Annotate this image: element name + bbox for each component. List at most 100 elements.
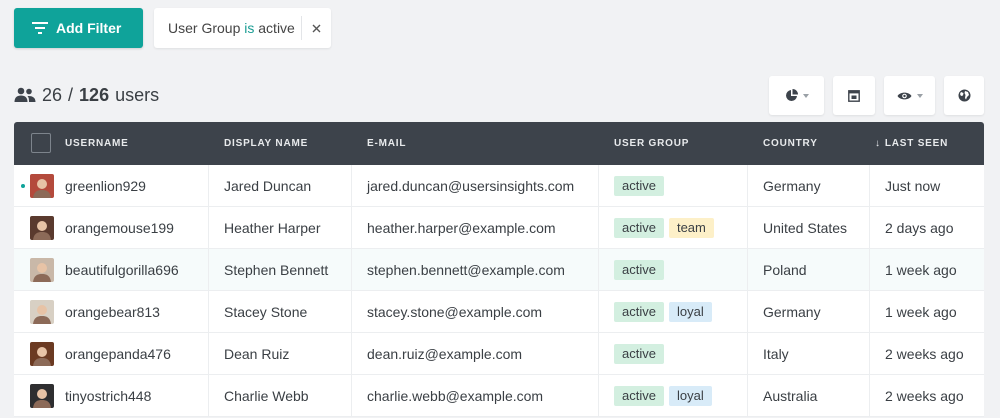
display-name-cell: Stephen Bennett [224, 262, 329, 278]
user-group-cell: active [614, 249, 669, 291]
avatar[interactable] [30, 342, 54, 366]
chevron-down-icon [916, 93, 923, 98]
column-divider [208, 249, 209, 290]
window-icon [848, 89, 860, 102]
username-cell[interactable]: orangepanda476 [65, 333, 171, 375]
column-divider [747, 207, 748, 248]
column-divider [351, 249, 352, 290]
add-filter-button[interactable]: Add Filter [14, 8, 143, 48]
column-header-display-name[interactable]: DISPLAY NAME [224, 122, 308, 165]
last-seen-cell: 1 week ago [885, 262, 957, 278]
last-seen-cell: 2 weeks ago [885, 388, 964, 404]
username-cell[interactable]: orangebear813 [65, 291, 160, 333]
last-seen-cell: 2 weeks ago [885, 346, 964, 362]
active-filter-chip[interactable]: User Group is active [154, 8, 331, 48]
display-name-cell: Jared Duncan [224, 178, 312, 194]
map-view-button[interactable] [944, 76, 984, 115]
column-divider [747, 375, 748, 416]
table-header: USERNAME DISPLAY NAME E-MAIL USER GROUP … [14, 122, 984, 165]
group-tag: loyal [668, 302, 712, 322]
last-seen-cell: 1 week ago [885, 304, 957, 320]
user-group-cell: active [614, 165, 669, 207]
column-divider [598, 249, 599, 290]
table-row[interactable]: orangebear813 Stacey Stone stacey.stone@ex… [14, 291, 984, 333]
column-divider [351, 207, 352, 248]
group-tag: active [614, 260, 664, 280]
email-cell: stacey.stone@example.com [367, 304, 543, 320]
select-all-checkbox[interactable] [31, 133, 51, 153]
total-count: 126 [79, 84, 110, 105]
eye-icon [897, 92, 911, 99]
column-header-email[interactable]: E-MAIL [367, 122, 406, 165]
group-tag: active [614, 386, 664, 406]
username-cell[interactable]: greenlion929 [65, 165, 146, 207]
user-group-cell: active [614, 333, 669, 375]
group-tag: active [614, 302, 664, 322]
username-cell[interactable]: orangemouse199 [65, 207, 174, 249]
display-name-cell: Dean Ruiz [224, 346, 290, 362]
avatar[interactable] [30, 216, 54, 240]
table-row[interactable]: greenlion929 Jared Duncan jared.duncan@use… [14, 165, 984, 207]
column-divider [351, 291, 352, 332]
column-divider [351, 333, 352, 374]
avatar[interactable] [30, 258, 54, 282]
layout-button[interactable] [833, 76, 875, 115]
email-cell: dean.ruiz@example.com [367, 346, 523, 362]
group-tag: active [614, 344, 664, 364]
shown-count: 26 [42, 84, 63, 105]
country-cell: United States [763, 220, 848, 236]
country-cell: Italy [763, 346, 789, 362]
user-avatar-icon [30, 342, 54, 366]
table-row[interactable]: orangemouse199 Heather Harper heather.harp… [14, 207, 984, 249]
globe-icon [958, 89, 970, 102]
sort-down-icon: ↓ [875, 138, 881, 149]
user-avatar-icon [30, 216, 54, 240]
segments-button[interactable] [769, 76, 824, 115]
user-avatar-icon [30, 258, 54, 282]
column-header-user-group[interactable]: USER GROUP [614, 122, 689, 165]
column-divider [598, 333, 599, 374]
column-header-username[interactable]: USERNAME [65, 122, 129, 165]
table-row[interactable]: beautifulgorilla696 Stephen Bennett stephe… [14, 249, 984, 291]
column-divider [208, 207, 209, 248]
table-row[interactable]: tinyostrich448 Charlie Webb charlie.webb@e… [14, 375, 984, 417]
email-cell: charlie.webb@example.com [367, 388, 544, 404]
column-header-last-seen[interactable]: ↓ LAST SEEN [875, 122, 948, 165]
column-divider [869, 207, 870, 248]
chevron-down-icon [802, 93, 809, 98]
filter-value: active [258, 20, 295, 36]
email-cell: stephen.bennett@example.com [367, 262, 565, 278]
users-icon [14, 87, 36, 102]
avatar[interactable] [30, 384, 54, 408]
table-row[interactable]: orangepanda476 Dean Ruiz dean.ruiz@example… [14, 333, 984, 375]
column-divider [747, 249, 748, 290]
display-name-cell: Charlie Webb [224, 388, 309, 404]
column-header-country[interactable]: COUNTRY [763, 122, 818, 165]
column-divider [869, 249, 870, 290]
filter-operator: is [244, 20, 255, 36]
country-cell: Germany [763, 304, 821, 320]
column-divider [208, 333, 209, 374]
avatar[interactable] [30, 174, 54, 198]
column-divider [869, 165, 870, 206]
avatar[interactable] [30, 300, 54, 324]
column-divider [747, 333, 748, 374]
online-indicator [21, 184, 25, 188]
column-divider [598, 291, 599, 332]
users-table: USERNAME DISPLAY NAME E-MAIL USER GROUP … [14, 122, 984, 417]
country-cell: Poland [763, 262, 807, 278]
display-name-cell: Stacey Stone [224, 304, 308, 320]
columns-visibility-button[interactable] [884, 76, 935, 115]
column-divider [869, 291, 870, 332]
column-divider [598, 165, 599, 206]
username-cell[interactable]: tinyostrich448 [65, 375, 151, 417]
user-count: 26 / 126 users [14, 82, 159, 108]
display-name-cell: Heather Harper [224, 220, 321, 236]
remove-filter-button[interactable] [301, 16, 331, 40]
username-cell[interactable]: beautifulgorilla696 [65, 249, 179, 291]
email-cell: jared.duncan@usersinsights.com [367, 178, 575, 194]
column-divider [208, 375, 209, 416]
filter-description: User Group is active [154, 20, 301, 36]
user-group-cell: active loyal [614, 375, 717, 417]
column-divider [747, 165, 748, 206]
